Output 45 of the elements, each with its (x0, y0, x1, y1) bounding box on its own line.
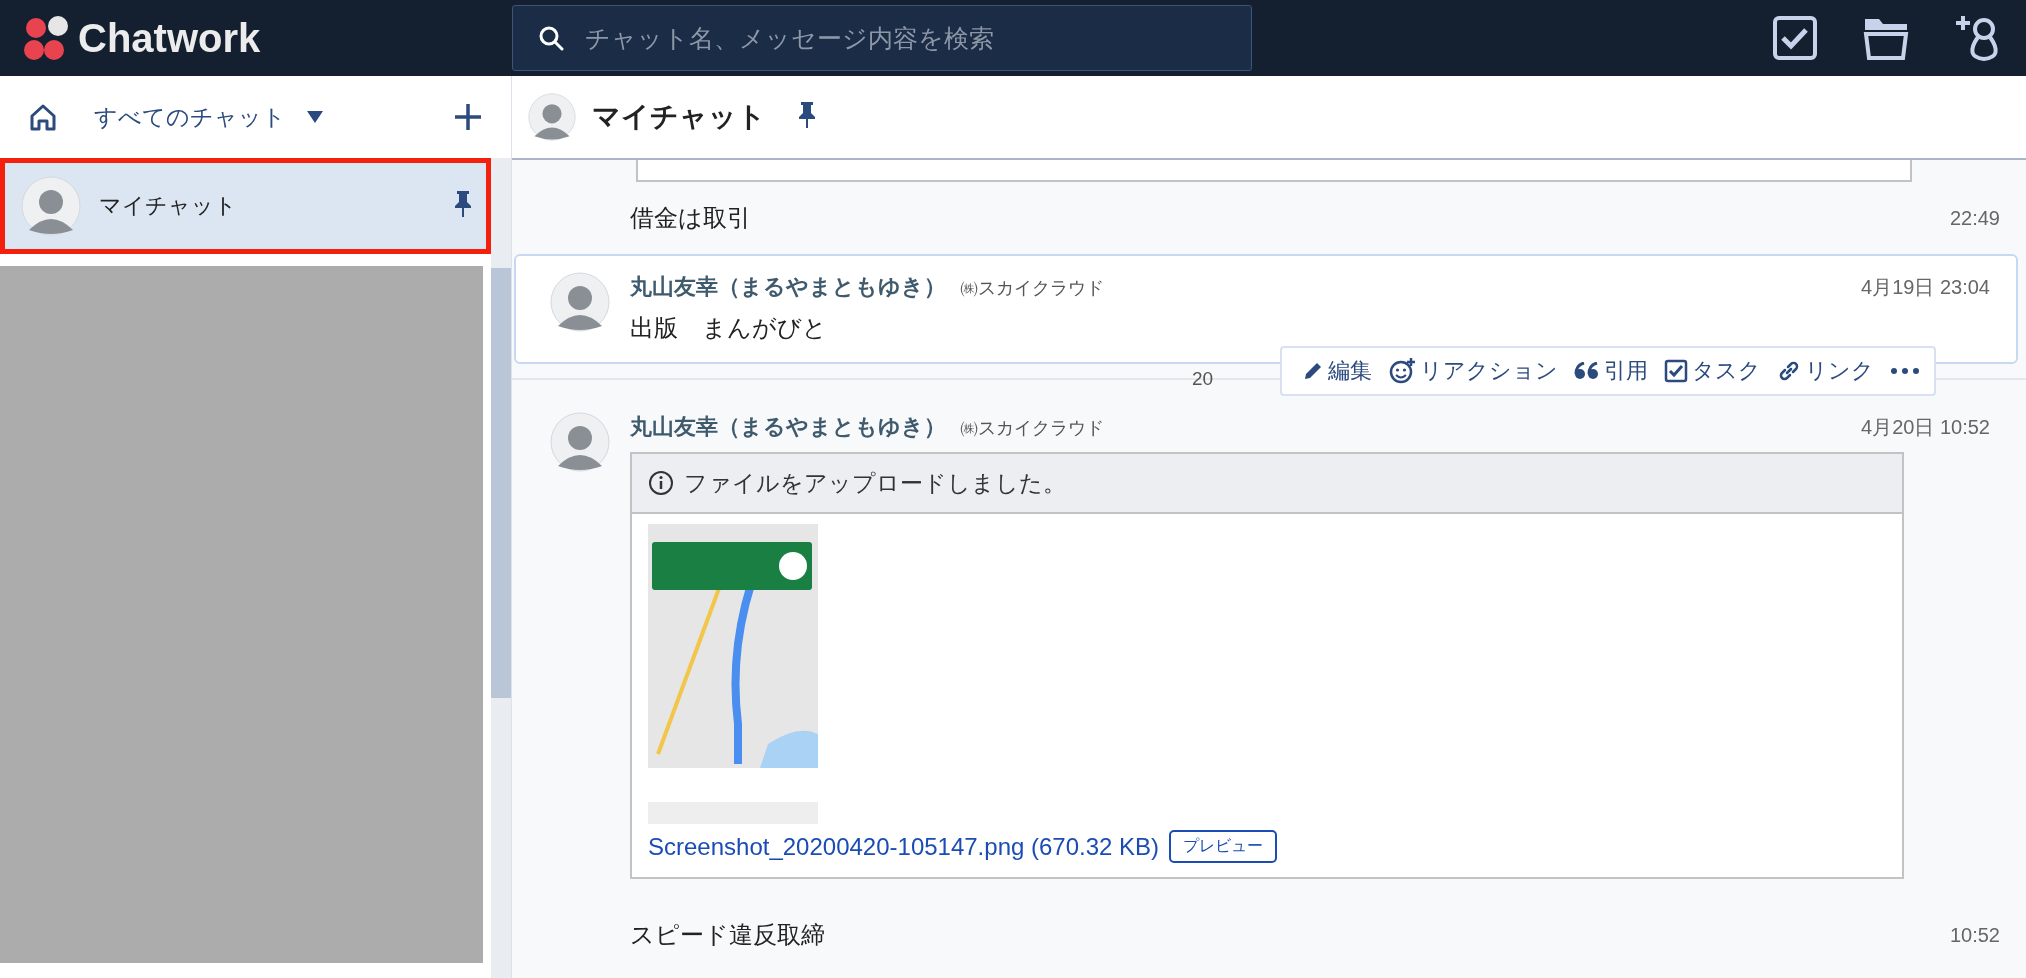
organization-name: ㈱スカイクラウド (960, 417, 1104, 440)
sender-name[interactable]: 丸山友幸（まるやまともゆき） (630, 412, 946, 442)
edit-action[interactable]: 編集 (1302, 356, 1372, 386)
date-divider: 20 (1192, 368, 1214, 390)
map-screenshot-drawing[interactable] (648, 524, 818, 824)
pencil-icon (1302, 360, 1324, 382)
smiley-plus-icon (1388, 357, 1416, 385)
more-icon[interactable] (1890, 367, 1920, 375)
sender-name[interactable]: 丸山友幸（まるやまともゆき） (630, 272, 946, 302)
upload-notice: ファイルをアップロードしました。 (684, 468, 1066, 498)
chat-title: マイチャット (592, 100, 766, 134)
logo-icon (22, 14, 70, 62)
checkbox-icon (1664, 359, 1688, 383)
home-icon[interactable] (28, 102, 58, 132)
search-field[interactable]: チャット名、メッセージ内容を検索 (512, 5, 1252, 71)
message-text: 借金は取引 (630, 203, 751, 233)
quote-icon (1574, 362, 1600, 380)
task-action[interactable]: タスク (1664, 356, 1761, 386)
message-text: スピード違反取締 (630, 920, 825, 950)
scrollbar-thumb[interactable] (491, 268, 511, 698)
organization-name: ㈱スカイクラウド (960, 277, 1104, 300)
task-icon[interactable] (1772, 15, 1818, 61)
avatar-icon (550, 272, 610, 332)
message-time: 4月20日 10:52 (1861, 415, 1990, 440)
chat-list-item[interactable]: マイチャット (0, 158, 491, 254)
message-time: 10:52 (1949, 923, 2000, 947)
file-link[interactable]: Screenshot_20200420-105147.png (670.32 KB) (648, 832, 1160, 861)
quote-action[interactable]: 引用 (1574, 356, 1648, 386)
link-action[interactable]: リンク (1777, 356, 1874, 386)
plus-icon[interactable] (453, 102, 483, 132)
message-time: 22:49 (1949, 206, 2000, 230)
info-icon (648, 470, 674, 496)
caret-icon (306, 110, 324, 124)
reaction-action[interactable]: リアクション (1388, 356, 1558, 386)
avatar-icon (528, 93, 576, 141)
logo-text: Chatwork (78, 15, 261, 61)
chat-filter-dropdown[interactable]: すべてのチャット (94, 101, 324, 133)
message-text: 出版 まんがびと (630, 313, 828, 343)
message-time: 4月19日 23:04 (1861, 275, 1990, 300)
avatar-icon (21, 176, 81, 236)
avatar-icon (550, 412, 610, 472)
pin-icon[interactable] (454, 190, 472, 218)
preview-button[interactable]: プレビュー (1169, 830, 1278, 863)
pin-icon[interactable] (798, 101, 816, 129)
link-icon (1777, 359, 1801, 383)
